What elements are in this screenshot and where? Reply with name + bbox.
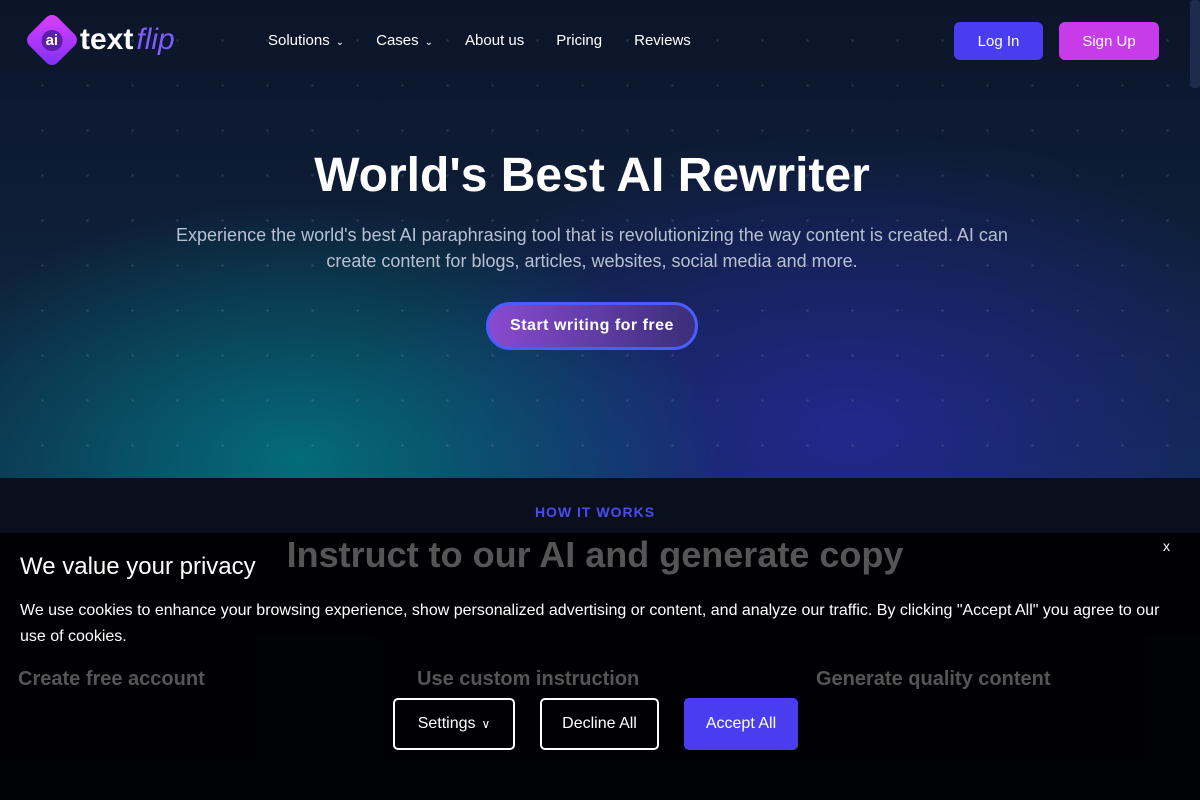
decline-all-button[interactable]: Decline All: [540, 698, 659, 750]
nav-about[interactable]: About us: [465, 32, 524, 49]
hero-title: World's Best AI Rewriter: [314, 149, 870, 202]
nav-solutions[interactable]: Solutions ⌄: [268, 32, 344, 49]
login-button[interactable]: Log In: [954, 22, 1043, 60]
signup-button[interactable]: Sign Up: [1059, 22, 1159, 60]
navbar: ai text flip Solutions ⌄ Cases ⌄ About us P…: [0, 0, 1200, 82]
step-title: Create free account: [18, 668, 205, 690]
chevron-down-icon: ⌄: [424, 37, 434, 48]
nav-cases[interactable]: Cases ⌄: [376, 32, 433, 49]
logo[interactable]: ai text flip: [23, 11, 175, 69]
step-title: Generate quality content: [816, 668, 1051, 690]
how-title: Instruct to our AI and generate copy: [286, 534, 904, 575]
nav-reviews[interactable]: Reviews: [634, 32, 691, 49]
hero-subtitle: Experience the world's best AI paraphras…: [176, 225, 1008, 271]
settings-button[interactable]: Settings ∨: [393, 698, 515, 750]
close-icon[interactable]: x: [1163, 538, 1170, 554]
logo-mark-icon: ai: [23, 11, 81, 69]
cookie-text: We use cookies to enhance your browsing …: [20, 602, 1160, 645]
start-writing-button[interactable]: Start writing for free: [486, 302, 698, 350]
accept-all-button[interactable]: Accept All: [684, 698, 798, 750]
cookie-title: We value your privacy: [20, 553, 256, 580]
nav-pricing[interactable]: Pricing: [556, 32, 602, 49]
step-title: Use custom instruction: [417, 668, 640, 690]
chevron-down-icon: ∨: [481, 717, 491, 731]
chevron-down-icon: ⌄: [335, 37, 345, 48]
